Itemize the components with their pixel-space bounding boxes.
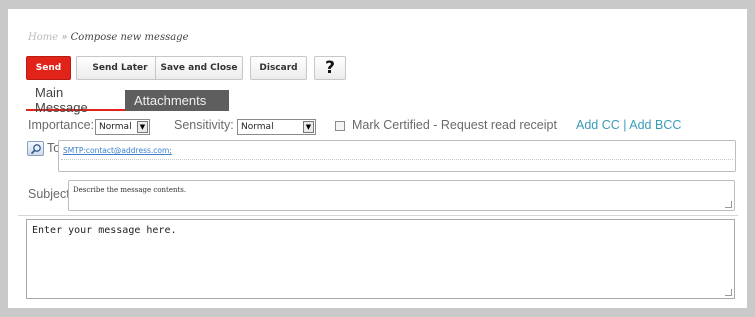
mark-certified-checkbox[interactable] <box>335 121 345 131</box>
importance-label: Importance: <box>28 118 95 132</box>
dropdown-arrow-icon: ▼ <box>137 121 148 133</box>
message-body-text: Enter your message here. <box>32 225 177 236</box>
mark-certified-label: Mark Certified - Request read receipt <box>352 118 557 132</box>
resize-handle-icon[interactable] <box>725 201 732 208</box>
breadcrumb-current: Compose new message <box>70 32 189 43</box>
sensitivity-value: Normal <box>241 122 274 132</box>
resize-handle-icon[interactable] <box>725 289 732 296</box>
breadcrumb-home-link[interactable]: Home <box>28 32 58 43</box>
to-recipient[interactable]: SMTP:contact@address.com; <box>63 146 172 155</box>
magnifier-address-icon[interactable] <box>27 141 44 156</box>
subject-value: Describe the message contents. <box>73 186 187 194</box>
to-field[interactable]: SMTP:contact@address.com; <box>58 140 736 172</box>
tab-attachments[interactable]: Attachments <box>125 90 229 111</box>
help-button[interactable]: ? <box>314 56 346 80</box>
discard-button[interactable]: Discard <box>250 56 307 80</box>
to-divider <box>61 159 733 160</box>
dropdown-arrow-icon: ▼ <box>303 121 314 133</box>
tab-main-message[interactable]: Main Message <box>26 85 125 115</box>
sensitivity-label: Sensitivity: <box>174 118 234 132</box>
breadcrumb-separator: » <box>58 32 71 43</box>
importance-value: Normal <box>99 122 132 132</box>
sensitivity-select[interactable]: Normal ▼ <box>237 119 316 135</box>
message-body-textarea[interactable]: Enter your message here. <box>26 219 735 299</box>
compose-window: Home » Compose new message Send Send Lat… <box>0 0 755 317</box>
breadcrumb: Home » Compose new message <box>28 32 189 43</box>
send-later-button[interactable]: Send Later <box>76 56 164 80</box>
subject-field[interactable]: Describe the message contents. <box>68 180 735 211</box>
add-cc-bcc-link[interactable]: Add CC | Add BCC <box>576 118 681 132</box>
send-button[interactable]: Send <box>26 56 71 80</box>
save-and-close-button[interactable]: Save and Close <box>155 56 243 80</box>
section-divider <box>18 215 738 216</box>
subject-label: Subject <box>28 187 70 201</box>
importance-select[interactable]: Normal ▼ <box>95 119 150 135</box>
